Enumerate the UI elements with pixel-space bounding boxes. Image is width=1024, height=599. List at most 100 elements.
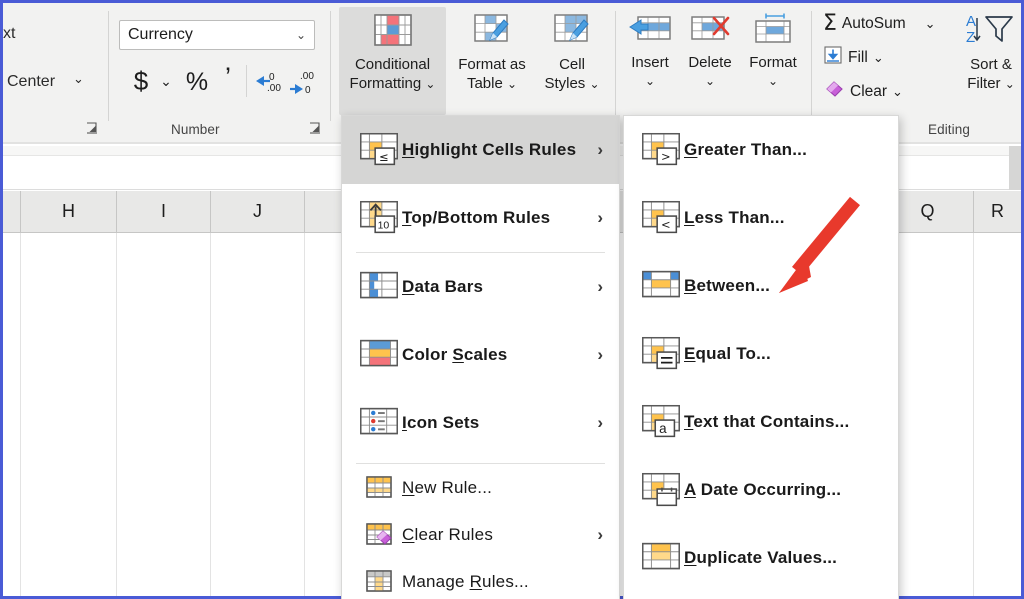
format-cells-button[interactable]: Format ⌄	[741, 7, 805, 115]
clear-rules-icon	[356, 521, 402, 549]
select-all-corner[interactable]	[3, 191, 21, 232]
autosum-button[interactable]: Σ AutoSum ⌄	[823, 11, 936, 36]
autosum-chevron-down-icon[interactable]: ⌄	[925, 16, 936, 32]
greater-than-icon: >	[638, 130, 684, 170]
column-header-j[interactable]: J	[211, 191, 305, 232]
accounting-number-format-button[interactable]: $	[127, 65, 155, 97]
group-separator	[330, 11, 331, 121]
increase-decimal-button[interactable]: 0 .00	[253, 65, 283, 97]
column-header-label: Q	[920, 201, 934, 222]
cell-styles-label-line1: Cell	[559, 55, 585, 74]
data-bars-icon	[356, 267, 402, 307]
merge-and-center-label[interactable]: Center	[7, 73, 55, 91]
menu-item-label: Duplicate Values...	[684, 548, 837, 568]
menu-item-label: Icon Sets	[402, 413, 479, 433]
alignment-dialog-launcher[interactable]	[85, 121, 99, 135]
menu-item-data-bars[interactable]: Data Bars ›	[342, 253, 619, 321]
conditional-formatting-button[interactable]: Conditional Formatting ⌄	[339, 7, 446, 115]
svg-text:.00: .00	[300, 71, 314, 82]
menu-item-label: Greater Than...	[684, 140, 807, 160]
format-chevron-down-icon[interactable]: ⌄	[768, 72, 778, 91]
menu-item-color-scales[interactable]: Color Scales ›	[342, 321, 619, 389]
number-format-combobox[interactable]: Currency ⌄	[119, 20, 315, 50]
color-scales-icon	[356, 335, 402, 375]
percent-style-button[interactable]: %	[183, 66, 211, 98]
column-header-label: R	[991, 201, 1004, 222]
column-header-label: H	[62, 201, 75, 222]
svg-text:.00: .00	[267, 83, 281, 94]
conditional-formatting-menu[interactable]: ≤ Highlight Cells Rules › 10 Top/Bottom …	[341, 115, 620, 599]
menu-item-new-rule[interactable]: New Rule...	[342, 464, 619, 511]
column-header-r[interactable]: R	[974, 191, 1021, 232]
excel-window: H I J Q R xt Center ⌄	[3, 3, 1021, 596]
decrease-decimal-button[interactable]: .00 0	[287, 65, 317, 97]
autosum-label: AutoSum	[842, 15, 906, 33]
number-dialog-launcher[interactable]	[308, 121, 322, 135]
conditional-formatting-label-line1: Conditional	[355, 55, 430, 74]
fill-icon	[823, 45, 843, 70]
menu-item-label: Text that Contains...	[684, 412, 849, 432]
group-separator	[615, 11, 616, 115]
menu-item-text-that-contains[interactable]: a Text that Contains...	[624, 388, 898, 456]
svg-text:a: a	[659, 421, 667, 436]
menu-item-manage-rules[interactable]: Manage Rules...	[342, 558, 619, 599]
highlight-cells-rules-submenu[interactable]: > Greater Than... < Less Than...	[623, 115, 899, 599]
chevron-right-icon: ›	[597, 525, 603, 545]
top-bottom-rules-icon: 10	[356, 198, 402, 238]
svg-text:10: 10	[378, 220, 390, 232]
delete-cells-icon	[688, 12, 732, 51]
sigma-icon: Σ	[823, 11, 837, 36]
column-header-i[interactable]: I	[117, 191, 211, 232]
chevron-right-icon: ›	[597, 277, 603, 297]
vertical-scroll-nub[interactable]	[1009, 146, 1021, 190]
menu-item-highlight-cells-rules[interactable]: ≤ Highlight Cells Rules ›	[342, 116, 619, 184]
column-header-h[interactable]: H	[21, 191, 117, 232]
svg-text:>: >	[661, 150, 671, 164]
menu-item-label: Manage Rules...	[402, 572, 529, 592]
format-as-table-button[interactable]: Format as Table ⌄	[450, 7, 534, 115]
fill-chevron-down-icon[interactable]: ⌄	[873, 50, 884, 66]
wrap-text-label: xt	[3, 25, 15, 43]
menu-item-label: Clear Rules	[402, 525, 493, 545]
clear-eraser-icon	[823, 79, 845, 104]
clear-chevron-down-icon[interactable]: ⌄	[892, 84, 903, 100]
cell-styles-button[interactable]: Cell Styles ⌄	[534, 7, 610, 115]
delete-chevron-down-icon[interactable]: ⌄	[705, 72, 715, 91]
chevron-right-icon: ›	[597, 208, 603, 228]
less-than-icon: <	[638, 198, 684, 238]
menu-item-label: Highlight Cells Rules	[402, 140, 576, 160]
sort-filter-label-line1: Sort &	[970, 55, 1012, 74]
insert-cells-icon	[628, 12, 672, 51]
insert-cells-button[interactable]: Insert ⌄	[621, 7, 679, 115]
accounting-chevron-down-icon[interactable]: ⌄	[158, 71, 174, 91]
sort-and-filter-button[interactable]: A Z Sort & Filter ⌄	[958, 7, 1024, 115]
equal-to-icon	[638, 334, 684, 374]
menu-item-duplicate-values[interactable]: Duplicate Values...	[624, 524, 898, 592]
menu-item-a-date-occurring[interactable]: A Date Occurring...	[624, 456, 898, 524]
column-header-label: J	[253, 201, 262, 222]
duplicate-values-icon	[638, 538, 684, 578]
menu-item-clear-rules[interactable]: Clear Rules ›	[342, 511, 619, 558]
delete-cells-button[interactable]: Delete ⌄	[679, 7, 741, 115]
menu-item-icon-sets[interactable]: Icon Sets ›	[342, 389, 619, 457]
chevron-down-icon[interactable]: ⌄	[296, 28, 306, 42]
number-group-caption: Number	[171, 122, 220, 137]
menu-item-label: Between...	[684, 276, 770, 296]
sort-filter-label-line2: Filter ⌄	[967, 74, 1015, 94]
menu-item-equal-to[interactable]: Equal To...	[624, 320, 898, 388]
menu-item-greater-than[interactable]: > Greater Than...	[624, 116, 898, 184]
menu-item-top-bottom-rules[interactable]: 10 Top/Bottom Rules ›	[342, 184, 619, 252]
merge-center-chevron-down-icon[interactable]: ⌄	[73, 71, 84, 87]
menu-item-label: Data Bars	[402, 277, 483, 297]
svg-text:≤: ≤	[379, 150, 389, 164]
text-that-contains-icon: a	[638, 402, 684, 442]
insert-chevron-down-icon[interactable]: ⌄	[645, 72, 655, 91]
a-date-occurring-icon	[638, 470, 684, 510]
icon-sets-icon	[356, 403, 402, 443]
comma-style-button[interactable]: ’	[217, 61, 239, 93]
svg-text:<: <	[661, 218, 671, 232]
clear-button[interactable]: Clear ⌄	[823, 79, 903, 104]
editing-group-caption: Editing	[928, 122, 970, 137]
between-icon	[638, 266, 684, 306]
fill-button[interactable]: Fill ⌄	[823, 45, 884, 70]
